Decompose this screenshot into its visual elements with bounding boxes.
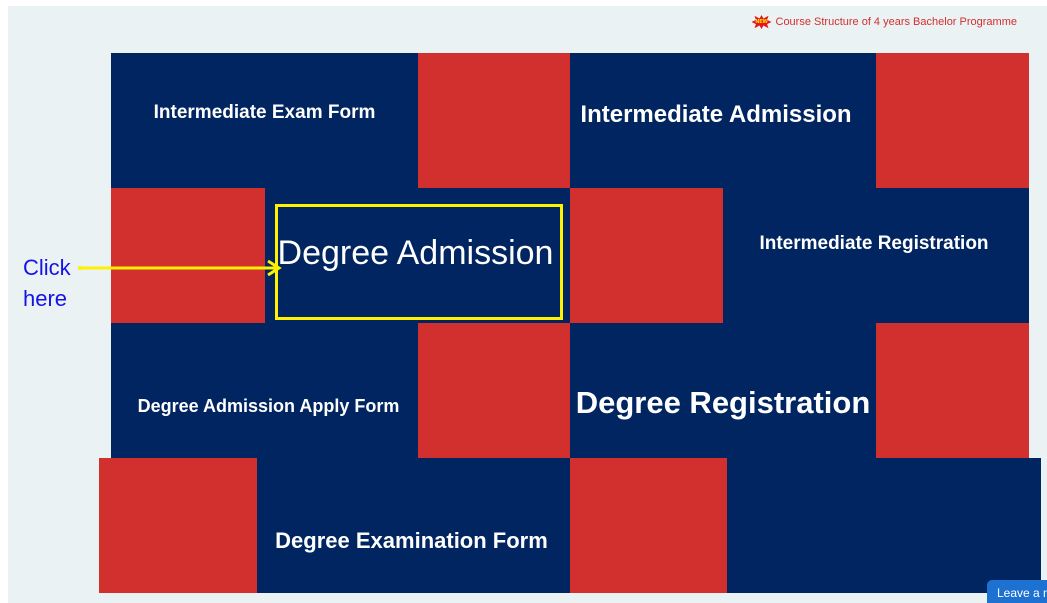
intermediate-exam-form-label: Intermediate Exam Form [153,101,376,123]
arrow-right-icon [78,259,282,277]
degree-admission-apply-form-tile[interactable]: Degree Admission Apply Form [111,323,418,458]
red-block [876,323,1029,458]
news-ticker[interactable]: NEW Course Structure of 4 years Bachelor… [751,14,1018,30]
red-block [99,458,257,593]
intermediate-exam-form-tile[interactable]: Intermediate Exam Form [111,53,418,188]
red-block [570,188,723,323]
red-block [111,188,265,323]
new-badge-icon: NEW [751,15,772,29]
highlight-box [275,204,563,320]
degree-registration-label: Degree Registration [575,384,871,420]
leave-message-button[interactable]: Leave a message [987,580,1047,603]
degree-registration-tile[interactable]: Degree Registration [570,323,876,458]
intermediate-registration-label: Intermediate Registration [759,232,989,254]
annotation-line-1: Click [23,255,71,280]
annotation-line-2: here [23,286,68,311]
red-block [876,53,1029,188]
intermediate-admission-label: Intermediate Admission [580,100,852,128]
red-block [570,458,727,593]
red-block [418,53,570,188]
degree-examination-form-label: Degree Examination Form [275,527,548,553]
degree-examination-form-tile[interactable]: Degree Examination Form [257,458,570,593]
red-block [418,323,570,458]
intermediate-admission-tile[interactable]: Intermediate Admission [570,53,876,188]
click-here-annotation: Click here [23,252,71,314]
intermediate-registration-tile[interactable]: Intermediate Registration [723,188,1029,323]
ticker-link[interactable]: Course Structure of 4 years Bachelor Pro… [776,16,1018,28]
blue-block [727,458,1041,593]
degree-admission-apply-form-label: Degree Admission Apply Form [137,396,400,416]
